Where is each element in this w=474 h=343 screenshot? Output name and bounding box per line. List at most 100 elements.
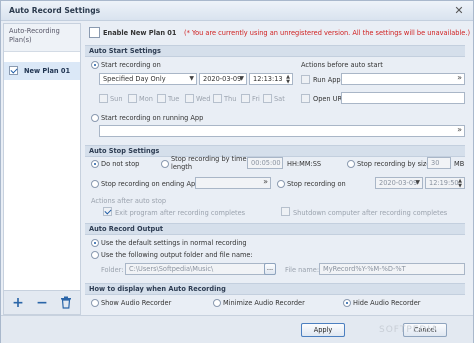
stop-time-length-field[interactable]: 00:05:00 (247, 157, 283, 169)
add-plan-button[interactable]: + (10, 295, 26, 311)
enable-plan-checkbox[interactable] (89, 27, 100, 38)
start-on-app-radio[interactable] (91, 114, 99, 122)
browse-app-button[interactable]: » (457, 126, 462, 135)
stop-on-app-radio[interactable] (91, 180, 99, 188)
day-label: Wed (196, 95, 211, 103)
start-on-app-label: Start recording on running App (101, 114, 204, 122)
enable-plan-label: Enable New Plan 01 (103, 29, 177, 37)
stop-on-date-radio[interactable] (277, 180, 285, 188)
shutdown-label: Shutdown computer after recording comple… (293, 209, 448, 217)
start-app-field[interactable]: » (99, 125, 465, 137)
day-checkbox[interactable] (128, 94, 137, 103)
chevron-down-icon: ▼ (239, 75, 244, 82)
start-on-label: Start recording on (101, 61, 161, 69)
run-app-field[interactable]: » (341, 73, 465, 85)
day-checkbox[interactable] (185, 94, 194, 103)
stop-app-field[interactable]: » (195, 177, 271, 189)
sidebar-toolbar: + − (3, 291, 81, 315)
exit-app-checkbox[interactable] (103, 207, 112, 216)
do-not-stop-label: Do not stop (101, 160, 140, 168)
file-name-label: File name: (285, 266, 320, 274)
size-unit-label: MB (454, 160, 465, 168)
schedule-mode-select[interactable]: Specified Day Only ▼ (99, 73, 197, 85)
day-label: Sun (110, 95, 123, 103)
day-label: Thu (224, 95, 237, 103)
watermark: SOFTPEDIA (379, 325, 439, 335)
actions-after-label: Actions after auto stop (91, 197, 167, 205)
trash-icon[interactable] (58, 295, 74, 311)
hide-recorder-radio[interactable] (343, 299, 351, 307)
day-checkbox[interactable] (213, 94, 222, 103)
sidebar-item-new-plan-01[interactable]: New Plan 01 (4, 62, 80, 80)
stop-by-size-label: Stop recording by size (357, 160, 431, 168)
run-app-checkbox[interactable] (301, 75, 310, 84)
hide-recorder-label: Hide Audio Recorder (353, 299, 421, 307)
stop-by-time-radio[interactable] (161, 160, 169, 168)
actions-before-label: Actions before auto start (301, 61, 383, 69)
stop-time-field[interactable]: 12:19:50 ▲ ▼ (425, 177, 465, 189)
stop-size-value: 30 (431, 159, 440, 167)
unregistered-warning: (* You are currently using an unregister… (184, 29, 471, 37)
stop-time-value: 12:19:50 (429, 179, 459, 187)
remove-plan-button[interactable]: − (34, 295, 50, 311)
plan-enabled-checkbox[interactable] (9, 66, 18, 75)
spinner-icon: ▲ ▼ (286, 74, 290, 85)
display-header: How to display when Auto Recording (85, 283, 465, 295)
close-icon[interactable]: ✕ (452, 4, 466, 18)
time-format-label: HH:MM:SS (287, 160, 322, 168)
schedule-mode-value: Specified Day Only (103, 75, 166, 83)
chevron-down-icon: ▼ (189, 75, 194, 82)
day-checkbox[interactable] (263, 94, 272, 103)
day-label: Fri (252, 95, 260, 103)
browse-folder-button[interactable]: ... (264, 263, 276, 275)
file-name-value: MyRecord%Y-%M-%D-%T (323, 265, 406, 273)
day-label: Sat (274, 95, 285, 103)
start-on-radio[interactable] (91, 61, 99, 69)
show-recorder-label: Show Audio Recorder (101, 299, 172, 307)
stop-size-field[interactable]: 30 (427, 157, 451, 169)
folder-label: Folder: (101, 266, 124, 274)
open-url-checkbox[interactable] (301, 94, 310, 103)
stop-on-date-label: Stop recording on (287, 180, 346, 188)
window-title: Auto Record Settings (9, 6, 101, 15)
sidebar-item-label: New Plan 01 (24, 67, 71, 75)
start-date-value: 2020-03-09 (203, 75, 242, 83)
apply-button[interactable]: Apply (301, 323, 345, 337)
run-app-label: Run App (313, 76, 341, 84)
start-time-field[interactable]: 12:13:13 ▲ ▼ (249, 73, 293, 85)
custom-output-label: Use the following output folder and file… (101, 251, 253, 259)
default-output-radio[interactable] (91, 239, 99, 247)
spinner-icon: ▲ ▼ (458, 178, 462, 189)
settings-panel: Enable New Plan 01 (* You are currently … (85, 23, 471, 315)
minimize-recorder-label: Minimize Audio Recorder (223, 299, 305, 307)
stop-by-time-label: Stop recording by time length (171, 155, 247, 171)
minimize-recorder-radio[interactable] (213, 299, 221, 307)
stop-on-app-label: Stop recording on ending App (101, 180, 200, 188)
day-label: Mon (139, 95, 153, 103)
show-recorder-radio[interactable] (91, 299, 99, 307)
folder-field[interactable]: C:\Users\Softpedia\Music\ (125, 263, 275, 275)
stop-by-size-radio[interactable] (347, 160, 355, 168)
exit-app-label: Exit program after recording completes (115, 209, 246, 217)
day-checkbox[interactable] (99, 94, 108, 103)
chevron-down-icon: ▼ (415, 179, 420, 186)
open-url-field[interactable] (341, 92, 465, 104)
auto-record-settings-window: Auto Record Settings ✕ Auto-Recording Pl… (0, 0, 474, 343)
start-date-picker[interactable]: 2020-03-09 ▼ (199, 73, 247, 85)
day-label: Tue (168, 95, 180, 103)
stop-time-length-value: 00:05:00 (251, 159, 281, 167)
custom-output-radio[interactable] (91, 251, 99, 259)
shutdown-checkbox[interactable] (281, 207, 290, 216)
browse-app-button[interactable]: » (263, 178, 268, 187)
sidebar-header: Auto-Recording Plan(s) (4, 24, 80, 52)
folder-value: C:\Users\Softpedia\Music\ (129, 265, 214, 273)
day-checkbox[interactable] (241, 94, 250, 103)
stop-date-picker[interactable]: 2020-03-09 ▼ (375, 177, 423, 189)
title-bar: Auto Record Settings ✕ (1, 1, 473, 21)
day-checkbox[interactable] (157, 94, 166, 103)
browse-app-button[interactable]: » (457, 74, 462, 83)
auto-start-header: Auto Start Settings (85, 45, 465, 57)
do-not-stop-radio[interactable] (91, 160, 99, 168)
file-name-field[interactable]: MyRecord%Y-%M-%D-%T (319, 263, 465, 275)
stop-by-time-line-1: Stop recording by time (171, 155, 247, 163)
